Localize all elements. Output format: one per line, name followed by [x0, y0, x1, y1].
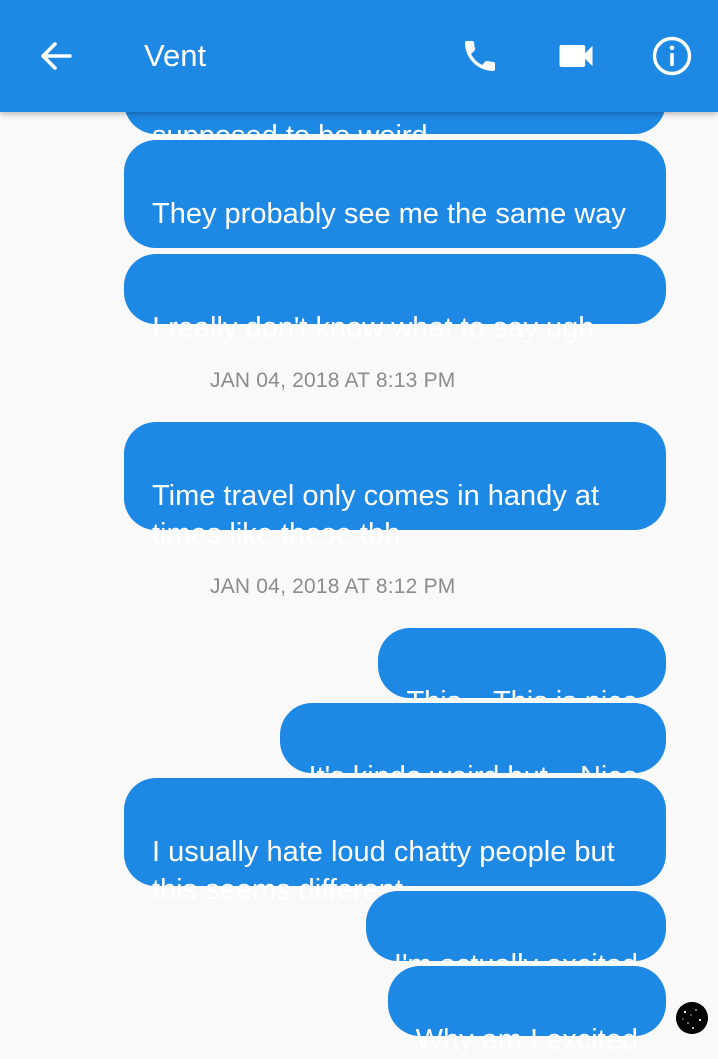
- arrow-left-icon: [41, 42, 72, 70]
- call-button[interactable]: [452, 30, 508, 82]
- back-button[interactable]: [28, 32, 84, 80]
- message-bubble[interactable]: This... This is nice: [378, 628, 666, 718]
- timestamp: JAN 04, 2018 AT 8:13 PM: [210, 369, 456, 392]
- message-bubble[interactable]: I really don't know what to say ugh: [124, 254, 666, 344]
- message-bubble[interactable]: Time travel only comes in handy at times…: [124, 422, 666, 550]
- message-text: Time travel only comes in handy at times…: [152, 480, 600, 550]
- seen-avatar: [676, 1002, 708, 1034]
- timestamp: JAN 04, 2018 AT 8:12 PM: [210, 575, 456, 598]
- conversation-header: Vent: [0, 0, 718, 112]
- message-thread[interactable]: supposed to be weird They probably see m…: [0, 0, 718, 1056]
- message-bubble[interactable]: They probably see me the same way: [124, 140, 666, 248]
- info-button[interactable]: [644, 30, 700, 82]
- conversation-title[interactable]: Vent: [144, 36, 206, 76]
- message-text: They probably see me the same way: [152, 198, 626, 230]
- message-bubble[interactable]: I usually hate loud chatty people but th…: [124, 778, 666, 906]
- message-bubble[interactable]: Why am I excited: [387, 966, 666, 1056]
- info-icon: [652, 36, 692, 76]
- avatar-image: [676, 1002, 708, 1034]
- video-camera-icon: [559, 45, 593, 67]
- video-call-button[interactable]: [548, 30, 604, 82]
- phone-icon: [465, 41, 495, 71]
- message-text: Why am I excited: [415, 1024, 638, 1056]
- message-bubble[interactable]: It's kinda weird but... Nice: [280, 703, 666, 793]
- message-bubble[interactable]: I'm actually excited: [365, 891, 666, 981]
- message-text: I really don't know what to say ugh: [152, 312, 595, 344]
